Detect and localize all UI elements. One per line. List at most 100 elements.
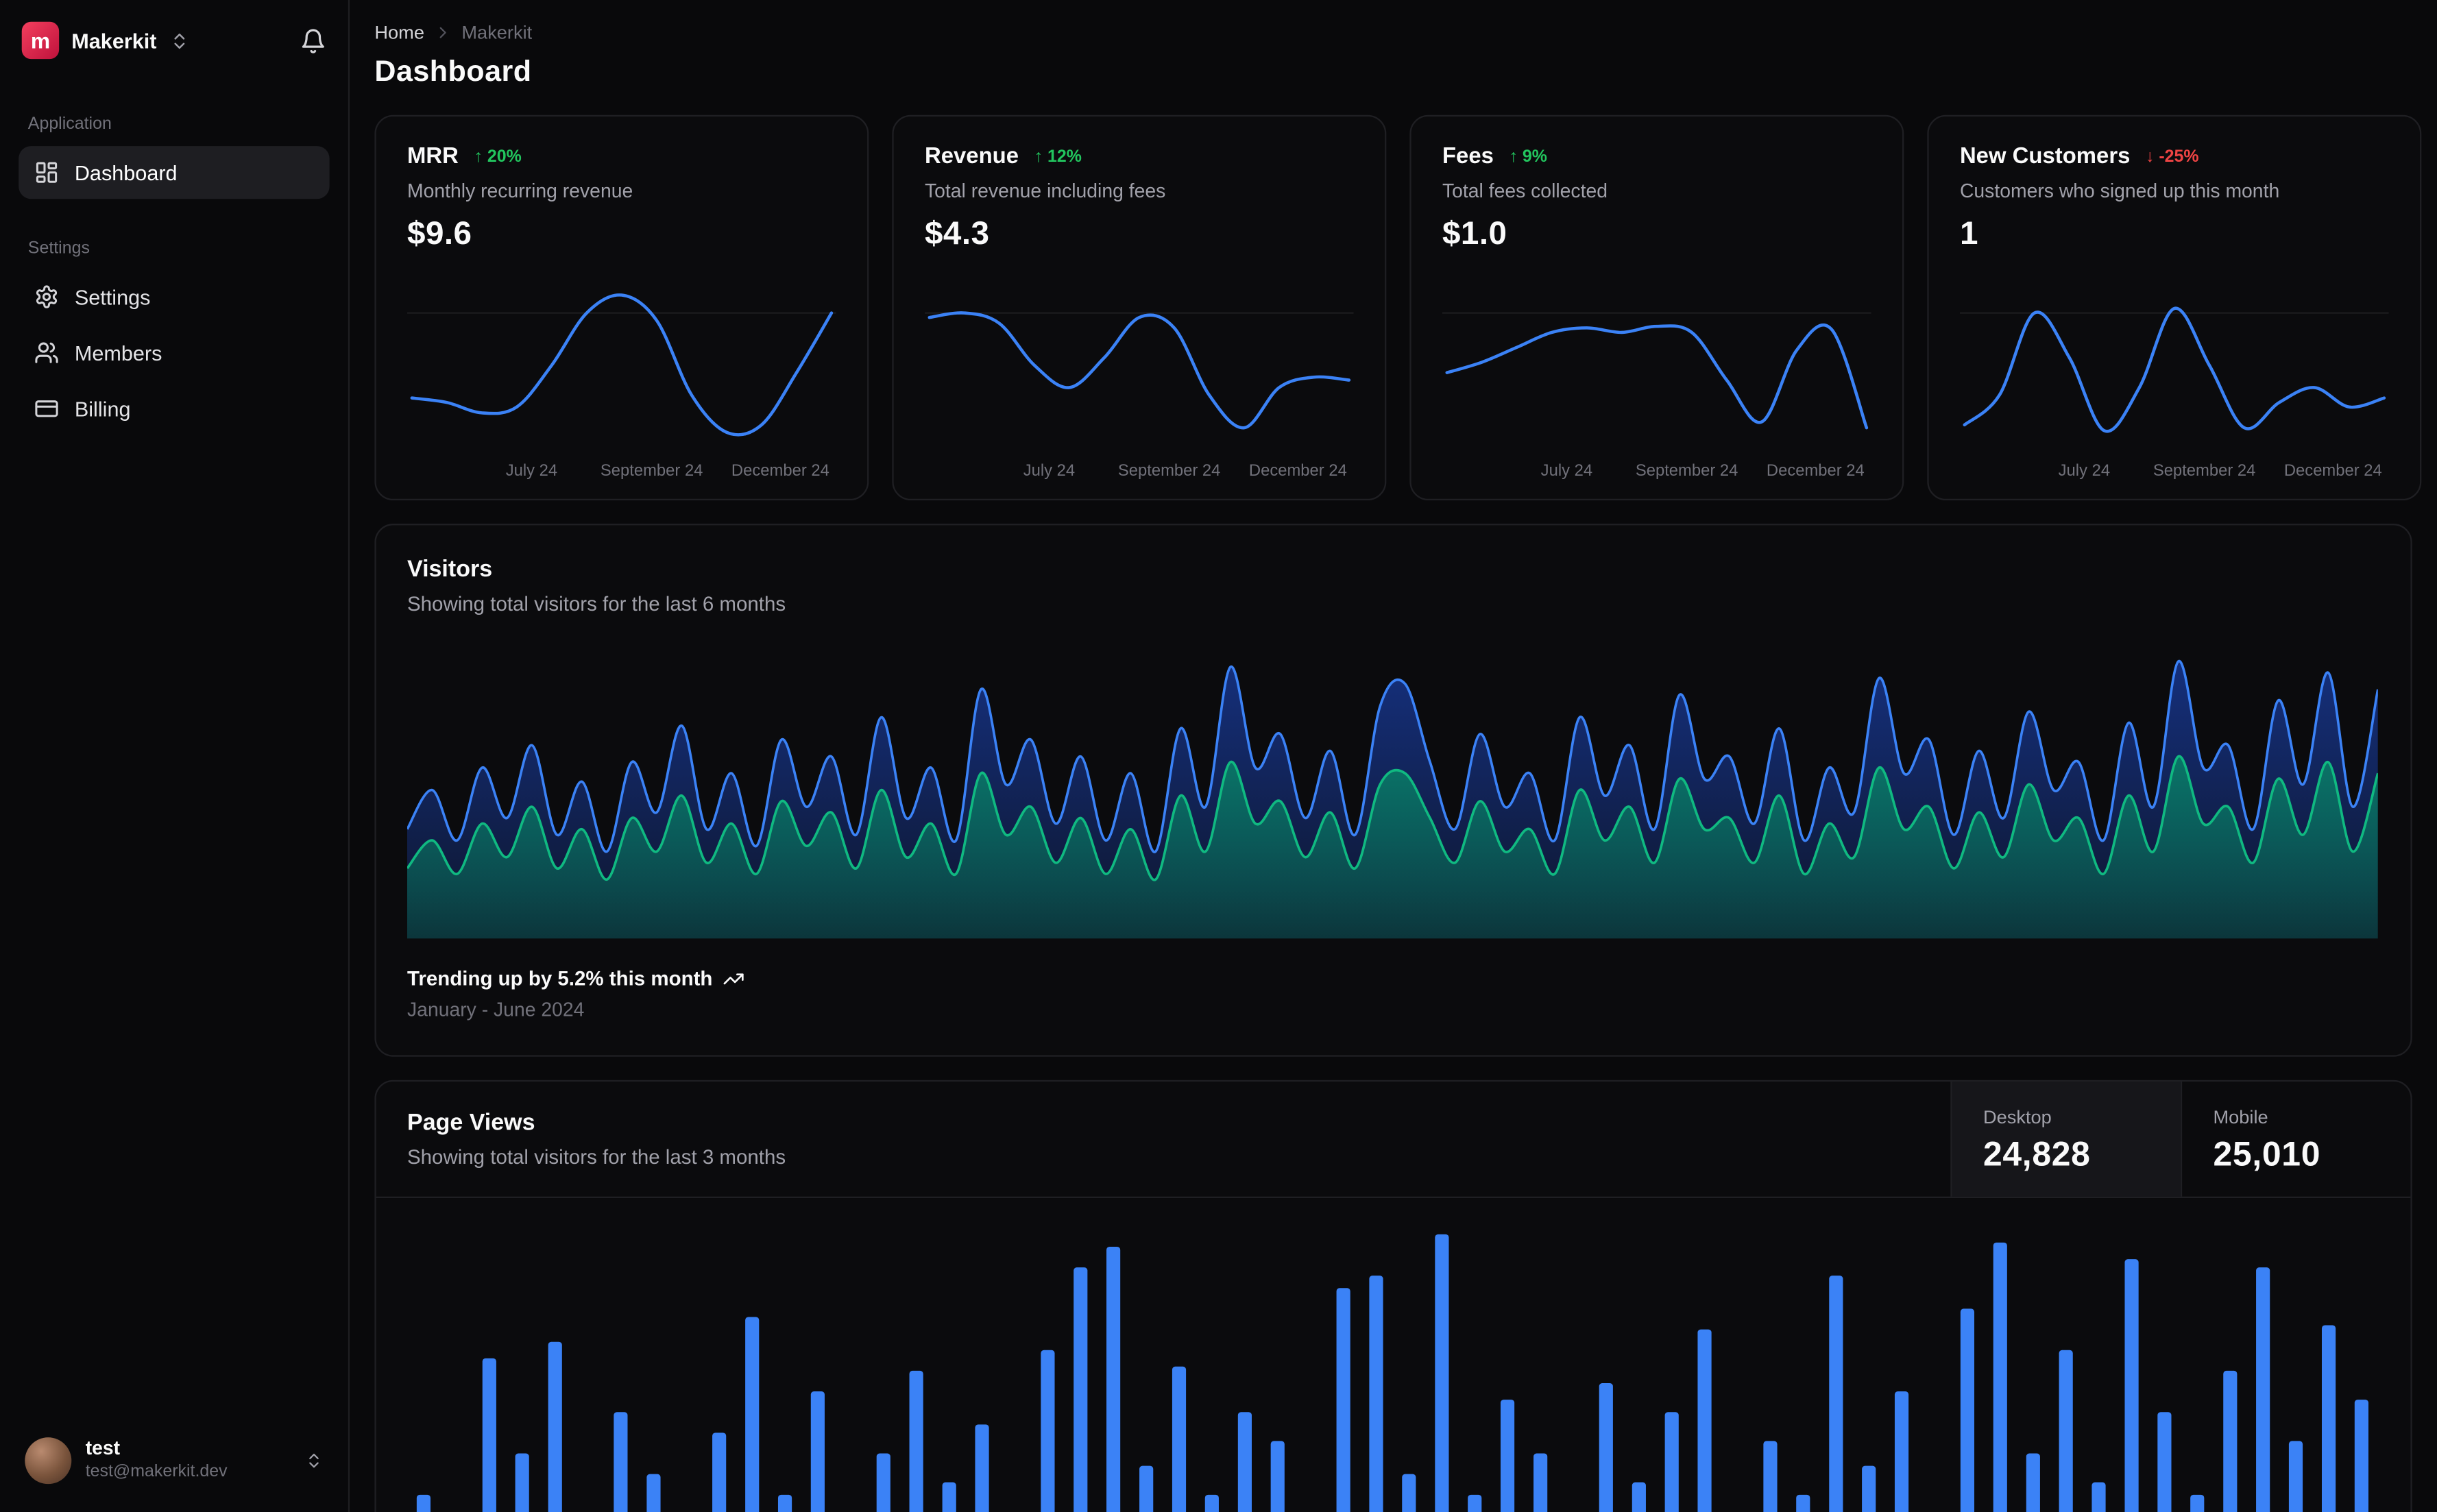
stat-card-new-customers: New Customers ↓ -25% Customers who signe… xyxy=(1927,114,2422,501)
trend-value: 9% xyxy=(1522,147,1547,167)
bell-icon xyxy=(300,27,327,54)
visitors-trend-text: Trending up by 5.2% this month xyxy=(407,966,713,990)
mobile-stat-toggle[interactable]: Mobile 25,010 xyxy=(2180,1081,2411,1197)
x-tick: July 24 xyxy=(1540,461,1593,480)
notifications-button[interactable] xyxy=(300,27,327,54)
fees-sparkline-chart xyxy=(1442,312,1871,430)
page-title: Dashboard xyxy=(374,56,532,89)
desktop-stat-toggle[interactable]: Desktop 24,828 xyxy=(1950,1081,2181,1197)
sidebar-item-label: Billing xyxy=(74,397,131,421)
user-name: test xyxy=(85,1437,121,1460)
page-views-bar-chart xyxy=(416,1234,2368,1512)
trend-value: 12% xyxy=(1047,147,1082,167)
sidebar-item-members[interactable]: Members xyxy=(19,326,329,379)
stat-title: Fees xyxy=(1442,144,1494,170)
stat-card-fees: Fees ↑ 9% Total fees collected $1.0 July… xyxy=(1409,114,1904,501)
visitors-footer: Trending up by 5.2% this month January -… xyxy=(407,966,2379,1024)
x-axis-labels: July 24 September 24 December 24 xyxy=(1442,459,1871,483)
visitors-title: Visitors xyxy=(407,556,493,583)
workspace-selector[interactable]: m Makerkit xyxy=(21,21,189,60)
page-views-card: Page Views Showing total visitors for th… xyxy=(374,1080,2412,1512)
user-menu[interactable]: test test@makerkit.dev xyxy=(19,1428,329,1493)
workspace-row: m Makerkit xyxy=(19,21,329,60)
chevron-right-icon xyxy=(434,23,452,42)
page-views-title: Page Views xyxy=(407,1109,535,1136)
new-customers-sparkline-chart xyxy=(1959,306,2389,433)
visitors-card: Visitors Showing total visitors for the … xyxy=(374,524,2412,1057)
x-tick: December 24 xyxy=(1766,461,1865,480)
breadcrumb-current: Makerkit xyxy=(461,21,533,44)
user-email: test@makerkit.dev xyxy=(85,1463,228,1482)
user-avatar xyxy=(25,1437,72,1485)
stat-value: 1 xyxy=(1959,216,1978,252)
trend-value: -25% xyxy=(2159,147,2199,167)
trend-down-icon: ↓ xyxy=(2146,147,2155,167)
stat-card-revenue: Revenue ↑ 12% Total revenue including fe… xyxy=(892,114,1387,501)
x-tick: December 24 xyxy=(731,461,829,480)
trending-up-icon xyxy=(723,967,745,989)
stat-subtitle: Customers who signed up this month xyxy=(1959,180,2280,202)
x-tick: December 24 xyxy=(1248,461,1347,480)
breadcrumb-home[interactable]: Home xyxy=(374,22,424,44)
x-tick: July 24 xyxy=(505,461,558,480)
x-axis-labels: July 24 September 24 December 24 xyxy=(407,459,836,483)
desktop-label: Desktop xyxy=(1983,1106,2052,1128)
sidebar-item-settings[interactable]: Settings xyxy=(19,270,329,323)
x-tick: July 24 xyxy=(2058,461,2111,480)
stat-subtitle: Total revenue including fees xyxy=(924,180,1166,202)
x-axis-labels: July 24 September 24 December 24 xyxy=(1960,459,2389,483)
sidebar-item-dashboard[interactable]: Dashboard xyxy=(19,146,330,199)
page-views-chart-wrap xyxy=(376,1198,2411,1512)
stat-title: MRR xyxy=(407,144,459,170)
sidebar-item-label: Dashboard xyxy=(74,160,178,184)
page-views-header: Page Views Showing total visitors for th… xyxy=(376,1081,2411,1199)
x-tick: September 24 xyxy=(600,461,703,480)
x-tick: September 24 xyxy=(1117,461,1221,480)
workspace-name: Makerkit xyxy=(71,28,157,52)
chevrons-up-down-icon xyxy=(169,30,189,50)
page-views-subtitle: Showing total visitors for the last 3 mo… xyxy=(407,1145,786,1169)
desktop-value: 24,828 xyxy=(1983,1134,2091,1173)
mobile-value: 25,010 xyxy=(2213,1134,2321,1173)
chevrons-up-down-icon xyxy=(304,1452,323,1470)
x-tick: July 24 xyxy=(1023,461,1076,480)
x-tick: December 24 xyxy=(2283,461,2382,480)
stat-value: $4.3 xyxy=(924,216,990,252)
visitors-range-text: January - June 2024 xyxy=(407,999,585,1021)
breadcrumb: Home Makerkit xyxy=(374,22,2412,44)
gear-icon xyxy=(34,284,59,309)
trend-badge: ↓ -25% xyxy=(2146,147,2199,166)
revenue-sparkline-chart xyxy=(924,311,1354,430)
x-axis-labels: July 24 September 24 December 24 xyxy=(925,459,1354,483)
credit-card-icon xyxy=(34,396,59,421)
stat-title: Revenue xyxy=(924,144,1019,170)
sidebar-section-settings: Settings xyxy=(27,239,90,258)
x-tick: September 24 xyxy=(1635,461,1738,480)
main-content: Home Makerkit Dashboard MRR ↑ 20% Monthl… xyxy=(350,0,2437,1512)
grid-icon xyxy=(34,160,59,185)
stat-subtitle: Monthly recurring revenue xyxy=(407,180,633,202)
sidebar-item-billing[interactable]: Billing xyxy=(19,382,329,435)
trend-badge: ↑ 12% xyxy=(1034,147,1082,166)
trend-badge: ↑ 9% xyxy=(1510,147,1547,166)
stat-title: New Customers xyxy=(1959,144,2131,170)
trend-up-icon: ↑ xyxy=(474,147,483,167)
trend-value: 20% xyxy=(487,147,522,167)
stat-cards-row: MRR ↑ 20% Monthly recurring revenue $9.6… xyxy=(374,114,2422,501)
visitors-area-chart xyxy=(407,660,2378,939)
trend-badge: ↑ 20% xyxy=(474,147,522,166)
trend-up-icon: ↑ xyxy=(1509,147,1518,167)
app-root: m Makerkit Application Dashboard Setting… xyxy=(0,0,2437,1512)
logo-letter: m xyxy=(30,27,51,53)
user-meta: test test@makerkit.dev xyxy=(86,1438,291,1483)
mobile-label: Mobile xyxy=(2213,1106,2268,1128)
makerkit-logo: m xyxy=(21,21,60,60)
sidebar-section-application: Application xyxy=(27,114,112,134)
sidebar-item-label: Settings xyxy=(74,285,151,309)
stat-card-mrr: MRR ↑ 20% Monthly recurring revenue $9.6… xyxy=(374,114,869,501)
stat-value: $9.6 xyxy=(407,216,472,252)
users-icon xyxy=(34,341,59,365)
sidebar: m Makerkit Application Dashboard Setting… xyxy=(0,0,350,1512)
x-tick: September 24 xyxy=(2153,461,2256,480)
stat-subtitle: Total fees collected xyxy=(1442,180,1608,202)
